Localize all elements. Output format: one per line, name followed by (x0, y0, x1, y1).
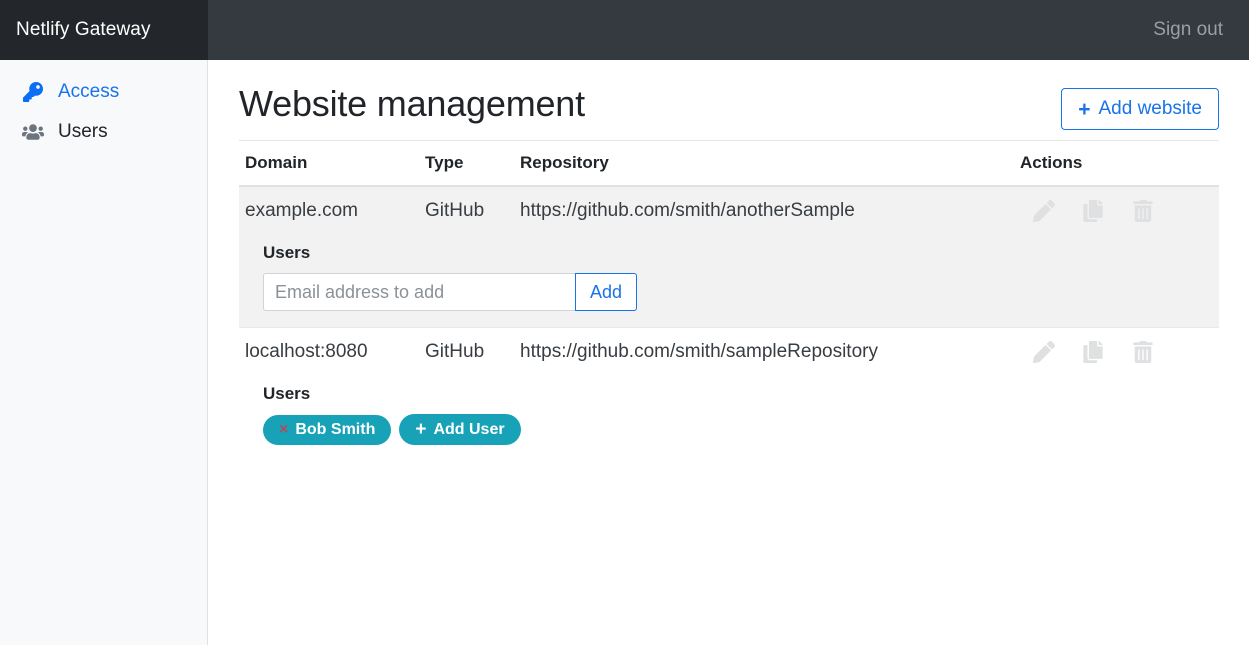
users-body: Add (263, 273, 1213, 311)
users-group-icon (20, 121, 46, 143)
cell-domain: localhost:8080 (239, 327, 419, 382)
copy-icon[interactable] (1071, 341, 1115, 369)
trash-icon[interactable] (1121, 200, 1165, 228)
brand-title: Netlify Gateway (16, 19, 151, 40)
brand-container[interactable]: Netlify Gateway (0, 0, 208, 60)
user-badge-label: Bob Smith (295, 420, 376, 438)
table-head: Domain Type Repository Actions (239, 141, 1219, 187)
cell-domain: example.com (239, 186, 419, 241)
key-icon (20, 81, 46, 103)
users-panel: Users × Bob Smith + Add User (239, 382, 1219, 461)
page-title: Website management (239, 83, 585, 124)
sidebar-item-access-label: Access (58, 81, 120, 102)
plus-icon: + (1078, 97, 1091, 121)
user-badge-bob-smith[interactable]: × Bob Smith (263, 414, 392, 445)
table-header-row: Domain Type Repository Actions (239, 141, 1219, 187)
table-row-users-panel: Users × Bob Smith + Add User (239, 382, 1219, 461)
remove-user-icon[interactable]: × (279, 421, 288, 438)
cell-actions (1014, 186, 1219, 241)
pencil-icon[interactable] (1022, 341, 1066, 369)
main-content: Website management + Add website Domain … (209, 60, 1249, 645)
sidebar: Access Users (0, 60, 208, 645)
column-header-repository: Repository (514, 141, 1014, 187)
websites-table: Domain Type Repository Actions example.c… (239, 141, 1219, 461)
cell-type: GitHub (419, 186, 514, 241)
sign-out-link[interactable]: Sign out (1153, 19, 1249, 41)
user-badge-row: × Bob Smith + Add User (263, 414, 1213, 445)
users-panel: Users Add (239, 241, 1219, 327)
top-navbar: Netlify Gateway Sign out (0, 0, 1249, 60)
column-header-actions: Actions (1014, 141, 1219, 187)
cell-repository: https://github.com/smith/anotherSample (514, 186, 1014, 241)
add-user-input-group: Add (263, 273, 637, 311)
copy-icon[interactable] (1071, 200, 1115, 228)
pencil-icon[interactable] (1022, 200, 1066, 228)
cell-repository: https://github.com/smith/sampleRepositor… (514, 327, 1014, 382)
users-body: × Bob Smith + Add User (263, 414, 1213, 445)
plus-icon: + (415, 419, 427, 440)
add-website-button-label: Add website (1098, 98, 1202, 119)
table-row-users-panel: Users Add (239, 241, 1219, 327)
add-website-button[interactable]: + Add website (1061, 88, 1219, 130)
sidebar-item-access[interactable]: Access (0, 72, 207, 112)
users-heading: Users (263, 243, 311, 262)
sidebar-item-users-label: Users (58, 121, 108, 142)
table-body: example.com GitHub https://github.com/sm… (239, 186, 1219, 461)
trash-icon[interactable] (1121, 341, 1165, 369)
page-header: Website management + Add website (239, 82, 1219, 141)
add-user-submit-button[interactable]: Add (574, 273, 637, 311)
add-user-badge-label: Add User (433, 420, 505, 438)
cell-actions (1014, 327, 1219, 382)
add-user-badge-button[interactable]: + Add User (399, 414, 521, 445)
sidebar-item-users[interactable]: Users (0, 112, 207, 152)
email-address-input[interactable] (263, 273, 575, 311)
column-header-domain: Domain (239, 141, 419, 187)
cell-type: GitHub (419, 327, 514, 382)
table-row[interactable]: localhost:8080 GitHub https://github.com… (239, 327, 1219, 382)
column-header-type: Type (419, 141, 514, 187)
table-row[interactable]: example.com GitHub https://github.com/sm… (239, 186, 1219, 241)
users-heading: Users (263, 384, 311, 403)
